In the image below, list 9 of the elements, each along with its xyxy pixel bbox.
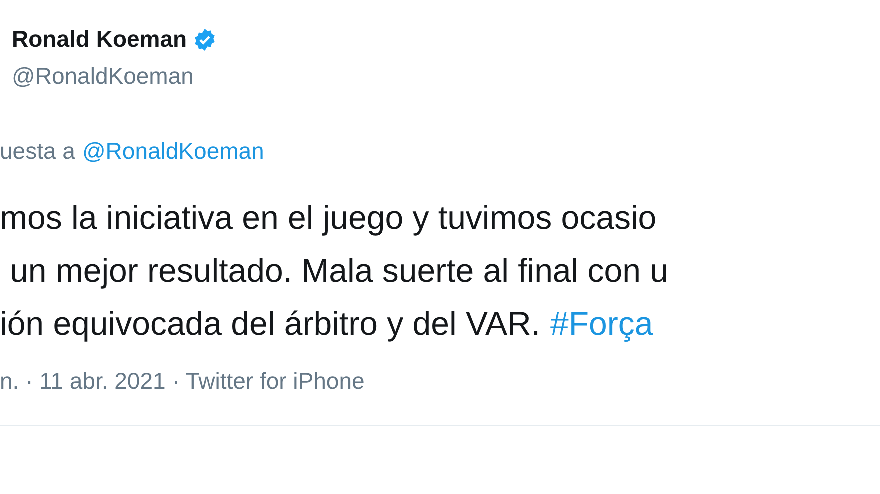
reply-label: uesta a <box>0 138 76 165</box>
tweet-text-line: un mejor resultado. Mala suerte al final con u <box>10 252 669 289</box>
tweet-text-line: mos la iniciativa en el juego y tuvimos ocasio <box>0 199 657 236</box>
author-name[interactable]: Ronald Koeman <box>12 26 188 53</box>
tweet-metadata: n. · 11 abr. 2021 · Twitter for iPhone <box>0 368 365 395</box>
reply-to-link[interactable]: @RonaldKoeman <box>82 138 264 165</box>
author-handle[interactable]: @RonaldKoeman <box>12 63 194 90</box>
tweet-text-line: ión equivocada del árbitro y del VAR. <box>0 305 541 342</box>
hashtag-link[interactable]: #Força <box>550 305 654 342</box>
